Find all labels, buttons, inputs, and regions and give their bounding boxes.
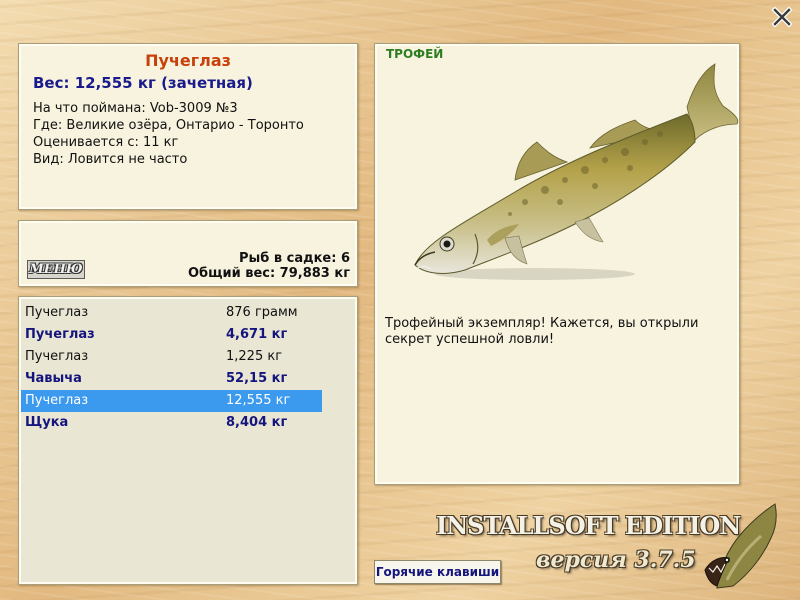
total-weight: Общий вес: 79,883 кг bbox=[187, 266, 350, 281]
catch-fish-name: Пучеглаз bbox=[25, 393, 89, 408]
catch-row-selected[interactable]: Пучеглаз 12,555 кг bbox=[21, 390, 322, 412]
walleye-fish-image bbox=[414, 63, 739, 280]
edition-title: INSTALLSOFT EDITION bbox=[436, 511, 741, 540]
close-button[interactable] bbox=[771, 6, 793, 28]
catch-fish-name: Пучеглаз bbox=[25, 305, 89, 320]
catch-fish-weight: 876 грамм bbox=[226, 305, 298, 320]
bait-info: На что поймана: Vob-3009 №3 bbox=[33, 101, 238, 116]
catch-fish-name: Пучеглаз bbox=[25, 349, 89, 364]
catch-row[interactable]: Чавыча 52,15 кг bbox=[21, 368, 322, 390]
catch-fish-weight: 4,671 кг bbox=[226, 327, 288, 342]
menu-button[interactable]: МЕНЮ bbox=[27, 260, 85, 279]
catch-fish-name: Пучеглаз bbox=[25, 327, 95, 342]
fish-name: Пучеглаз bbox=[145, 51, 231, 70]
catch-fish-weight: 52,15 кг bbox=[226, 371, 288, 386]
hotkeys-button[interactable]: Горячие клавиши bbox=[374, 560, 501, 584]
fish-weight: Вес: 12,555 кг (зачетная) bbox=[33, 74, 253, 92]
catch-fish-name: Щука bbox=[25, 415, 69, 430]
close-icon bbox=[771, 6, 793, 28]
catch-list: Пучеглаз 876 грамм Пучеглаз 4,671 кг Пуч… bbox=[18, 296, 358, 585]
pike-logo-icon bbox=[704, 503, 777, 589]
species-rarity-info: Вид: Ловится не часто bbox=[33, 152, 188, 167]
trophy-description: Трофейный экземпляр! Кажется, вы открыли… bbox=[385, 316, 699, 347]
version-text: версия 3.7.5 bbox=[536, 547, 696, 573]
trophy-label: ТРОФЕЙ bbox=[386, 47, 444, 61]
catch-fish-name: Чавыча bbox=[25, 371, 82, 386]
catch-row[interactable]: Пучеглаз 876 грамм bbox=[21, 302, 322, 324]
trophy-threshold-info: Оценивается с: 11 кг bbox=[33, 135, 179, 150]
cage-stats-panel: МЕНЮ Рыб в садке: 6 Общий вес: 79,883 кг bbox=[18, 220, 358, 287]
catch-row[interactable]: Щука 8,404 кг bbox=[21, 412, 322, 434]
fish-in-cage-count: Рыб в садке: 6 bbox=[238, 251, 350, 266]
catch-row[interactable]: Пучеглаз 1,225 кг bbox=[21, 346, 322, 368]
catch-fish-weight: 12,555 кг bbox=[226, 393, 291, 408]
location-info: Где: Великие озёра, Онтарио - Торонто bbox=[33, 118, 304, 133]
catch-fish-weight: 8,404 кг bbox=[226, 415, 288, 430]
trophy-panel: ТРОФЕЙ Трофейный экземпляр! Кажется, вы … bbox=[374, 43, 740, 485]
fish-info-panel: Пучеглаз Вес: 12,555 кг (зачетная) На чт… bbox=[18, 43, 358, 210]
catch-fish-weight: 1,225 кг bbox=[226, 349, 283, 364]
catch-row[interactable]: Пучеглаз 4,671 кг bbox=[21, 324, 322, 346]
